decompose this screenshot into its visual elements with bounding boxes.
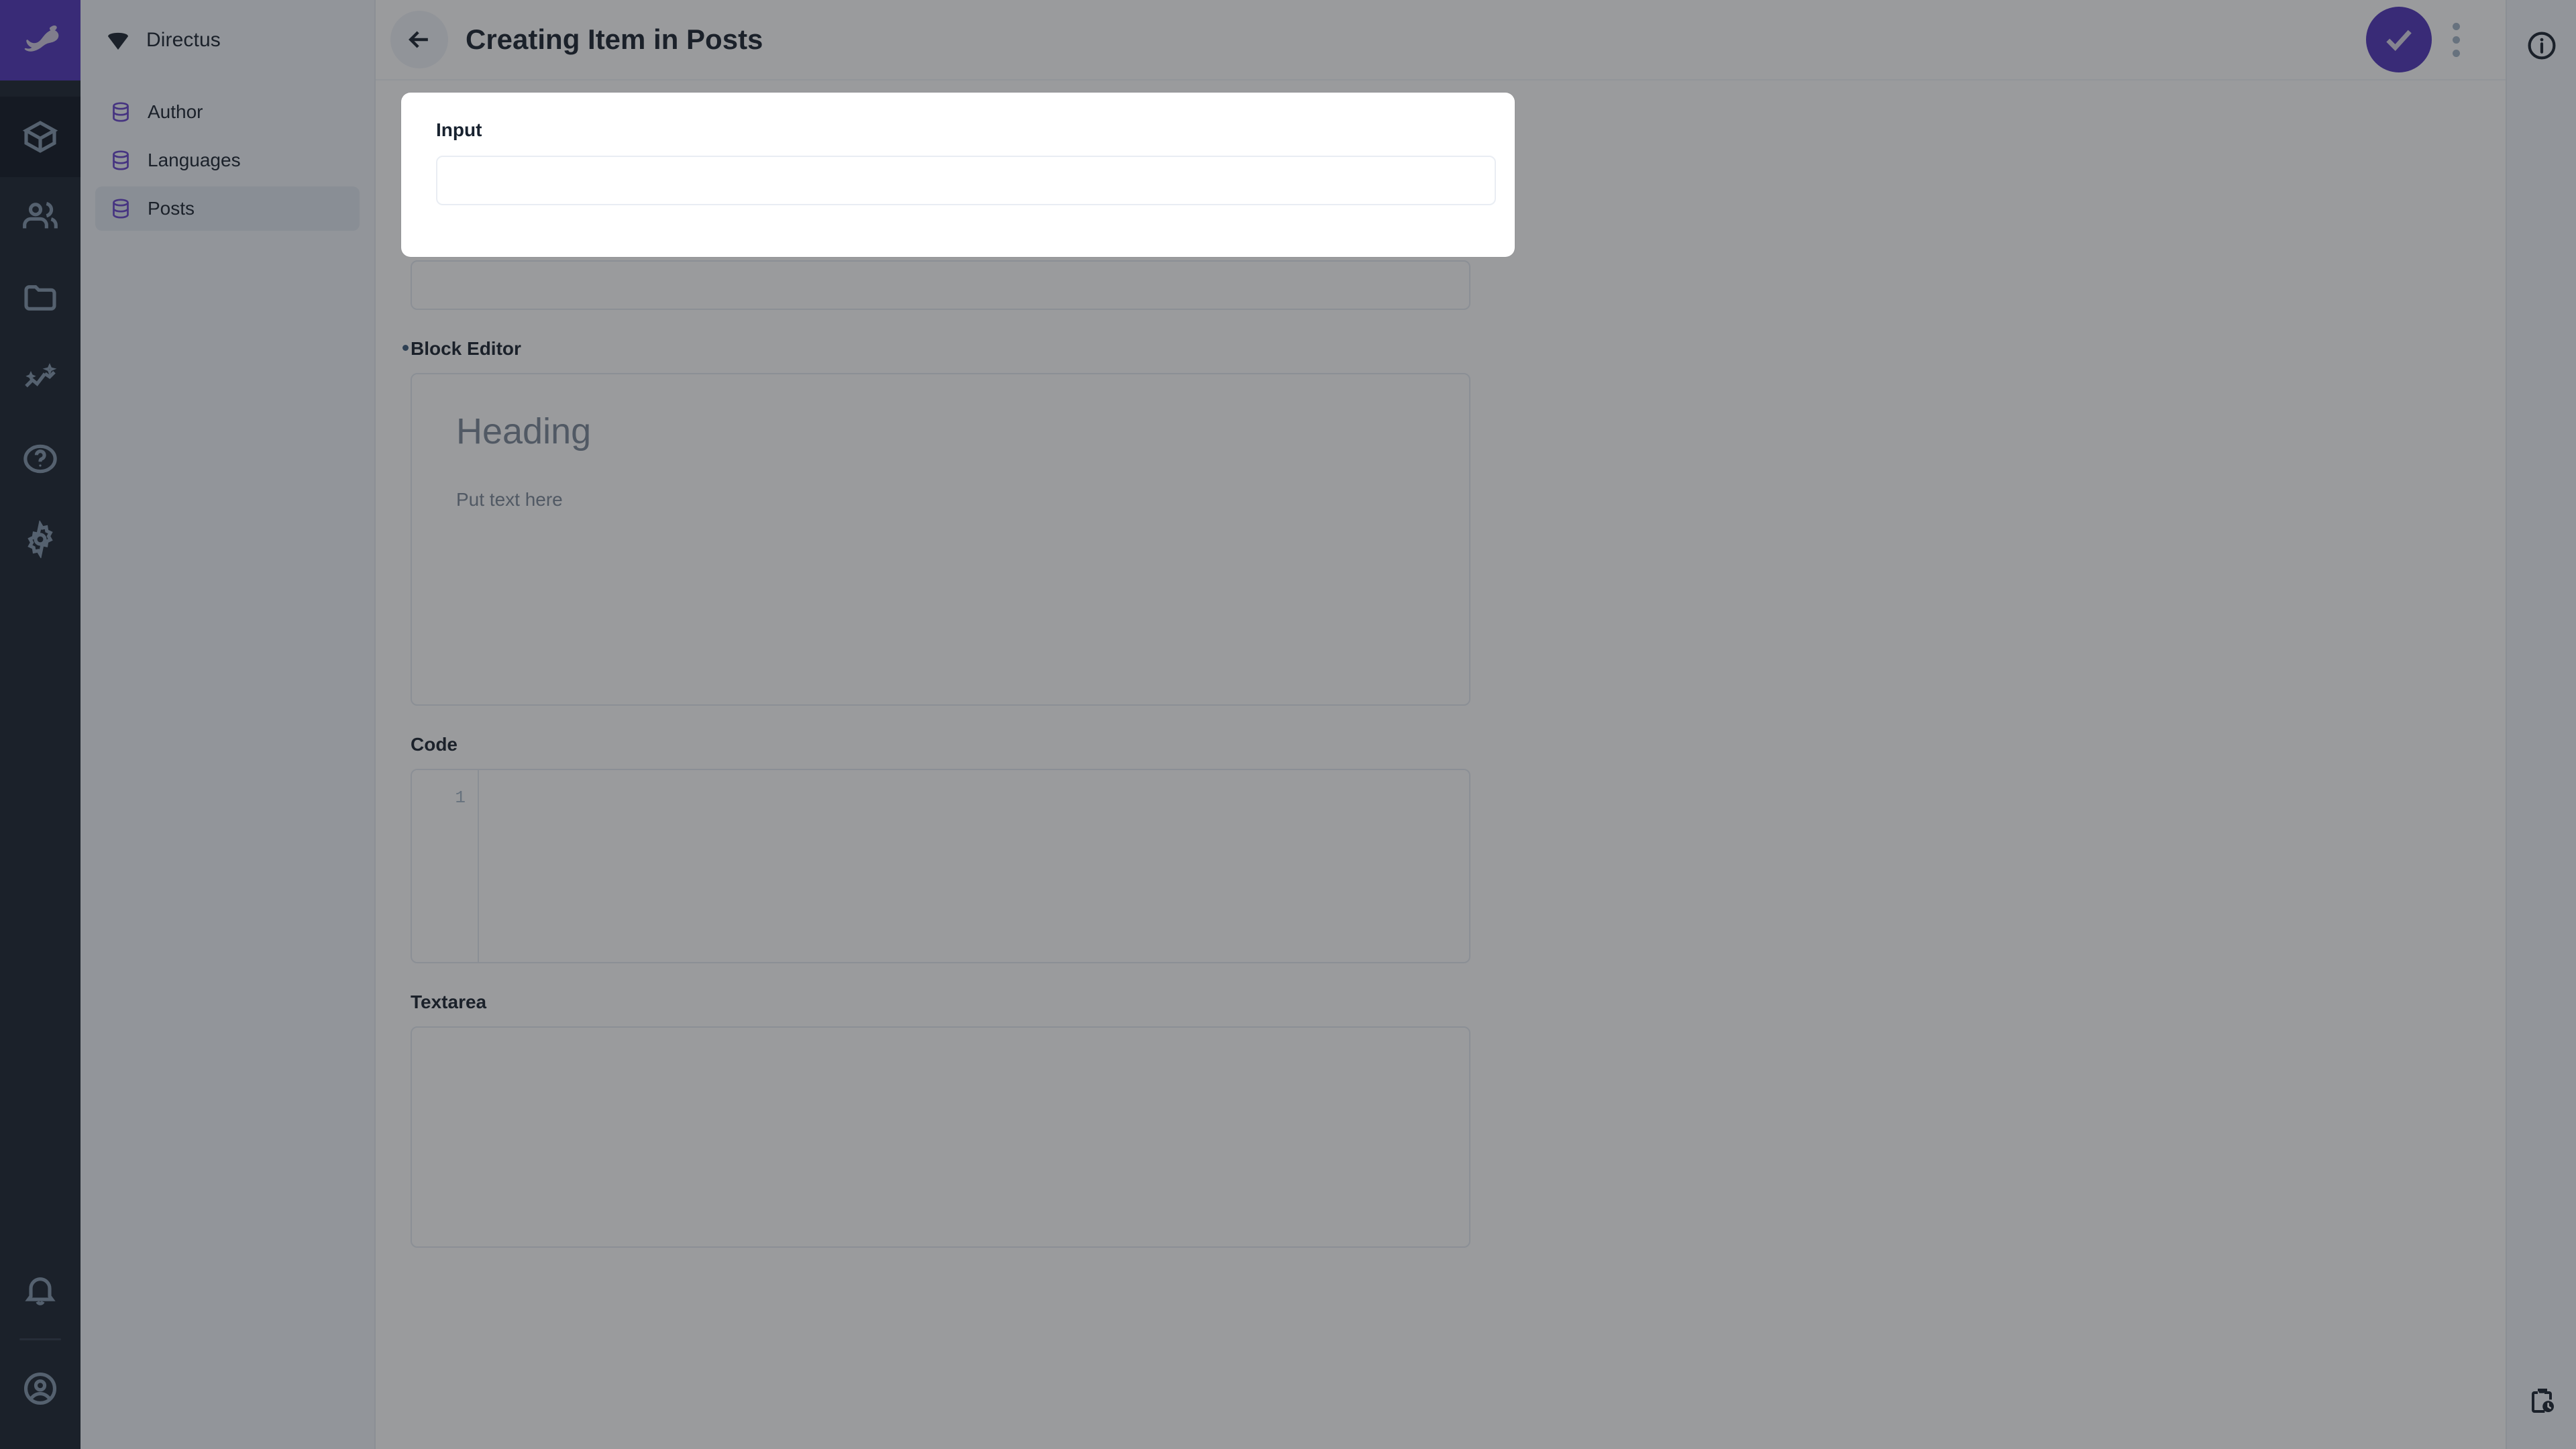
- project-name: Directus: [146, 29, 221, 52]
- directus-rabbit-logo-icon: [17, 17, 64, 64]
- field-label: Code: [411, 734, 458, 755]
- field-code: Code 1: [411, 734, 1516, 963]
- sidebar-item-languages[interactable]: Languages: [95, 138, 360, 182]
- database-icon: [109, 148, 133, 172]
- module-item-settings[interactable]: [0, 499, 80, 580]
- code-line-number: 1: [412, 770, 479, 962]
- module-item-help[interactable]: [0, 419, 80, 499]
- navigation-sidebar: Directus Author Languages: [80, 0, 376, 1449]
- field-textarea: Textarea: [411, 991, 1516, 1248]
- collection-list: Author Languages Posts: [80, 80, 374, 231]
- module-item-content[interactable]: [0, 97, 80, 177]
- code-editor-field[interactable]: 1: [411, 769, 1470, 963]
- textarea-field[interactable]: [411, 1026, 1470, 1248]
- sidebar-item-label: Languages: [148, 150, 241, 171]
- folder-icon: [21, 279, 59, 317]
- directus-brandmark-icon: [105, 27, 131, 54]
- right-sidebar: [2506, 0, 2576, 1449]
- box-icon: [21, 118, 59, 156]
- module-item-user-directory[interactable]: [0, 177, 80, 258]
- more-vertical-icon: [2453, 23, 2460, 30]
- account-circle-icon: [21, 1370, 59, 1407]
- info-circle-icon: [2526, 30, 2558, 62]
- user-account-button[interactable]: [0, 1348, 80, 1429]
- module-bar-bottom: [0, 1250, 80, 1449]
- sidebar-item-label: Posts: [148, 198, 195, 219]
- insights-icon: [21, 360, 59, 397]
- help-circle-icon: [21, 440, 59, 478]
- module-item-insights[interactable]: [0, 338, 80, 419]
- info-button[interactable]: [2518, 21, 2566, 70]
- block-editor-heading-placeholder[interactable]: Heading: [456, 412, 1425, 451]
- field-label: Block Editor: [411, 338, 521, 360]
- page-title: Creating Item in Posts: [466, 23, 763, 56]
- page-header: Creating Item in Posts: [376, 0, 2506, 80]
- save-button[interactable]: [2366, 7, 2432, 72]
- more-vertical-icon: [2453, 36, 2460, 44]
- spotlight-input-field[interactable]: [436, 156, 1496, 205]
- form-fields: Input Autocomplete Input Block Editor He…: [376, 113, 1516, 1248]
- directus-logo[interactable]: [0, 0, 80, 80]
- block-editor-field[interactable]: Heading Put text here: [411, 373, 1470, 706]
- module-item-file-library[interactable]: [0, 258, 80, 338]
- module-bar: [0, 0, 80, 1449]
- spotlight-input-field-card: Input: [401, 93, 1515, 257]
- required-indicator-icon: [402, 345, 409, 351]
- sidebar-item-label: Author: [148, 101, 203, 123]
- module-item-list: [0, 80, 80, 1250]
- block-editor-paragraph-placeholder[interactable]: Put text here: [456, 489, 1425, 511]
- bell-icon: [21, 1271, 59, 1309]
- code-text-area[interactable]: [479, 770, 1469, 962]
- check-icon: [2381, 22, 2416, 57]
- module-divider: [19, 1338, 61, 1340]
- more-vertical-icon: [2453, 50, 2460, 57]
- clipboard-clock-icon: [2526, 1385, 2558, 1417]
- spotlight-field-label: Input: [436, 119, 482, 141]
- notifications-button[interactable]: [0, 1250, 80, 1330]
- database-icon: [109, 100, 133, 124]
- sidebar-item-author[interactable]: Author: [95, 90, 360, 134]
- gear-icon: [21, 521, 59, 558]
- revisions-button[interactable]: [2518, 1377, 2566, 1425]
- more-options-button[interactable]: [2436, 7, 2476, 72]
- field-label: Textarea: [411, 991, 486, 1013]
- back-button[interactable]: [390, 11, 448, 68]
- autocomplete-input-field[interactable]: [411, 260, 1470, 310]
- directus-app-shell: Directus Author Languages: [0, 0, 2576, 1449]
- sidebar-item-posts[interactable]: Posts: [95, 186, 360, 231]
- field-block-editor: Block Editor Heading Put text here: [411, 338, 1516, 706]
- arrow-left-icon: [405, 25, 434, 54]
- database-icon: [109, 197, 133, 221]
- project-header[interactable]: Directus: [80, 0, 374, 80]
- people-icon: [21, 199, 59, 236]
- form-scroll-container[interactable]: Input Autocomplete Input Block Editor He…: [376, 80, 2506, 1449]
